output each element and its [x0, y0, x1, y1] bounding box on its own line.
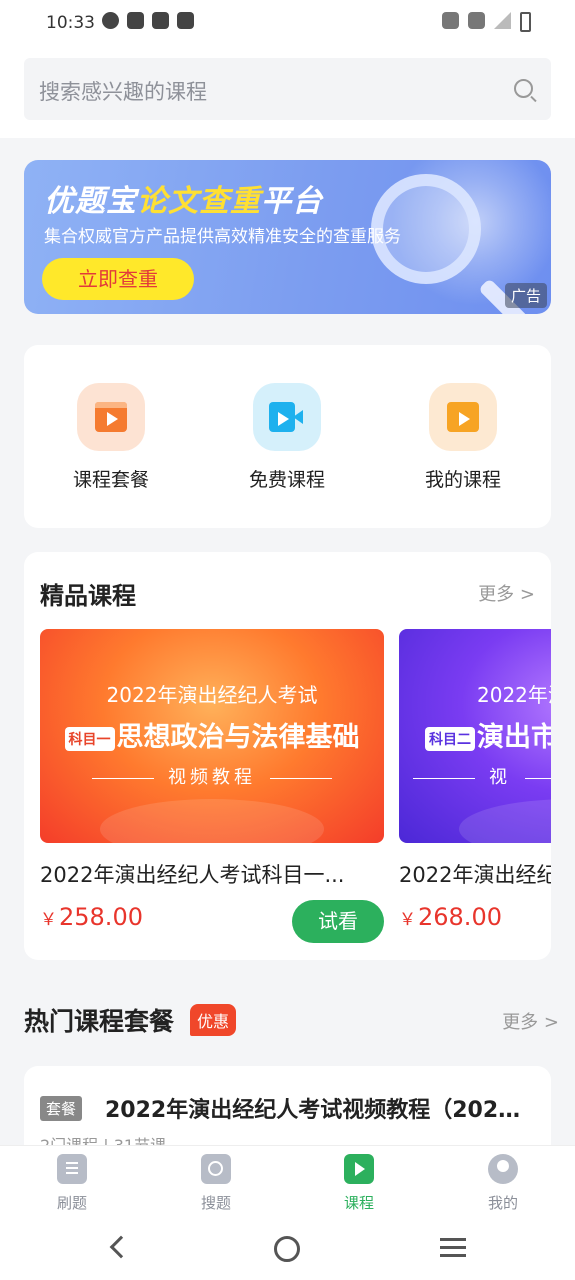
ad-label: 广告: [504, 283, 547, 308]
home-icon[interactable]: [274, 1236, 300, 1262]
android-icon: [177, 12, 194, 29]
tab-label: 课程: [343, 1194, 374, 1212]
course-name[interactable]: 2022年演出经纪: [399, 859, 551, 889]
search-placeholder: 搜索感兴趣的课程: [39, 80, 207, 104]
package-title[interactable]: 2022年演出经纪人考试视频教程（2022...: [105, 1092, 535, 1124]
section-title: 精品课程: [40, 582, 136, 610]
document-icon: [57, 1154, 87, 1184]
featured-courses: 精品课程 更多 > 2022年演出经纪人考试 科目一 思想政治与法律基础 视频教程…: [24, 552, 551, 960]
tab-label: 我的: [487, 1194, 518, 1212]
search-icon[interactable]: [514, 79, 533, 98]
course-card[interactable]: 2022年演出经纪人考试 科目一 思想政治与法律基础 视频教程 2022年演出经纪…: [40, 629, 384, 943]
bottom-tab-bar: 刷题 搜题 课程 我的: [0, 1145, 575, 1223]
course-name[interactable]: 2022年演出经纪人考试科目一...: [40, 859, 384, 889]
hot-packages-title: 热门课程套餐: [24, 1007, 175, 1036]
quick-link-label: 我的课程: [424, 469, 501, 491]
quick-link-free-course[interactable]: 免费课程: [217, 383, 357, 492]
app-notification-icon: [102, 12, 119, 29]
featured-more-link[interactable]: 更多 >: [478, 580, 535, 606]
quick-link-course-package[interactable]: 课程套餐: [41, 383, 181, 492]
subject-text: 演出市场: [477, 722, 551, 753]
subject-tag: 科目一: [64, 726, 115, 751]
tab-label: 搜题: [200, 1194, 231, 1212]
vibrate-icon: [442, 12, 459, 29]
banner-title-highlight: 论文查重: [137, 184, 261, 219]
system-icons: [442, 12, 531, 32]
course-package-icon: [77, 383, 145, 451]
subject-text: 思想政治与法律基础: [116, 722, 360, 753]
package-tag: 套餐: [40, 1096, 83, 1121]
currency-symbol: ￥: [40, 910, 57, 930]
tab-label: 刷题: [56, 1194, 87, 1212]
tab-courses[interactable]: 课程: [314, 1154, 404, 1213]
quick-links: 课程套餐 免费课程 我的课程: [24, 345, 551, 528]
thumb-type: 视: [399, 763, 551, 789]
user-icon: [488, 1154, 518, 1184]
course-card[interactable]: 2022年演 科目二演出市场 视 2022年演出经纪 ￥268.00: [399, 629, 551, 931]
trial-watch-button[interactable]: 试看: [292, 900, 384, 943]
course-price: ￥268.00: [399, 903, 551, 931]
stage-decoration: [100, 799, 324, 843]
signal-icon: [494, 12, 511, 29]
mail-icon: [127, 12, 144, 29]
quick-link-my-course[interactable]: 我的课程: [393, 383, 533, 492]
tab-practice[interactable]: 刷题: [27, 1154, 117, 1213]
banner-title-part1: 优题宝: [44, 184, 137, 219]
discount-badge: 优惠: [190, 1004, 237, 1036]
notification-icons: [102, 12, 194, 29]
banner-title-part2: 平台: [261, 184, 323, 219]
course-thumbnail[interactable]: 2022年演出经纪人考试 科目一 思想政治与法律基础 视频教程: [40, 629, 384, 843]
quick-link-label: 免费课程: [248, 469, 325, 491]
app-notification-icon: [152, 12, 169, 29]
stage-decoration: [459, 799, 551, 843]
thumb-type: 视频教程: [40, 763, 384, 789]
menu-icon[interactable]: [440, 1238, 466, 1241]
tab-mine[interactable]: 我的: [458, 1154, 548, 1213]
check-now-button[interactable]: 立即查重: [42, 258, 194, 300]
thumb-subject: 科目二演出市场: [399, 715, 551, 754]
thumb-exam: 2022年演: [477, 683, 551, 707]
tv-play-icon: [429, 383, 497, 451]
banner-title: 优题宝论文查重平台: [44, 176, 323, 220]
banner-subtitle: 集合权威官方产品提供高效精准安全的查重服务: [44, 227, 401, 247]
wifi-icon: [468, 12, 485, 29]
play-icon: [344, 1154, 374, 1184]
system-nav-bar: [0, 1223, 575, 1280]
back-icon[interactable]: [109, 1235, 133, 1259]
video-camera-icon: [253, 383, 321, 451]
quick-link-label: 课程套餐: [72, 469, 149, 491]
subject-tag: 科目二: [425, 726, 475, 751]
search-question-icon: [201, 1154, 231, 1184]
course-thumbnail[interactable]: 2022年演 科目二演出市场 视: [399, 629, 551, 843]
tab-search-question[interactable]: 搜题: [171, 1154, 261, 1213]
currency-symbol: ￥: [399, 910, 416, 930]
status-bar: 10:33: [0, 0, 575, 46]
ad-banner[interactable]: 优题宝论文查重平台 集合权威官方产品提供高效精准安全的查重服务 立即查重 广告: [24, 160, 551, 314]
price-value: 268.00: [418, 903, 502, 931]
search-header: 搜索感兴趣的课程: [0, 46, 575, 138]
search-input[interactable]: 搜索感兴趣的课程: [24, 58, 551, 120]
thumb-exam: 2022年演出经纪人考试: [106, 683, 318, 707]
status-time: 10:33: [46, 13, 95, 33]
hot-packages-more-link[interactable]: 更多 >: [502, 1008, 559, 1034]
thumb-subject: 科目一 思想政治与法律基础: [40, 715, 384, 754]
battery-icon: [520, 12, 531, 32]
price-value: 258.00: [59, 903, 143, 931]
